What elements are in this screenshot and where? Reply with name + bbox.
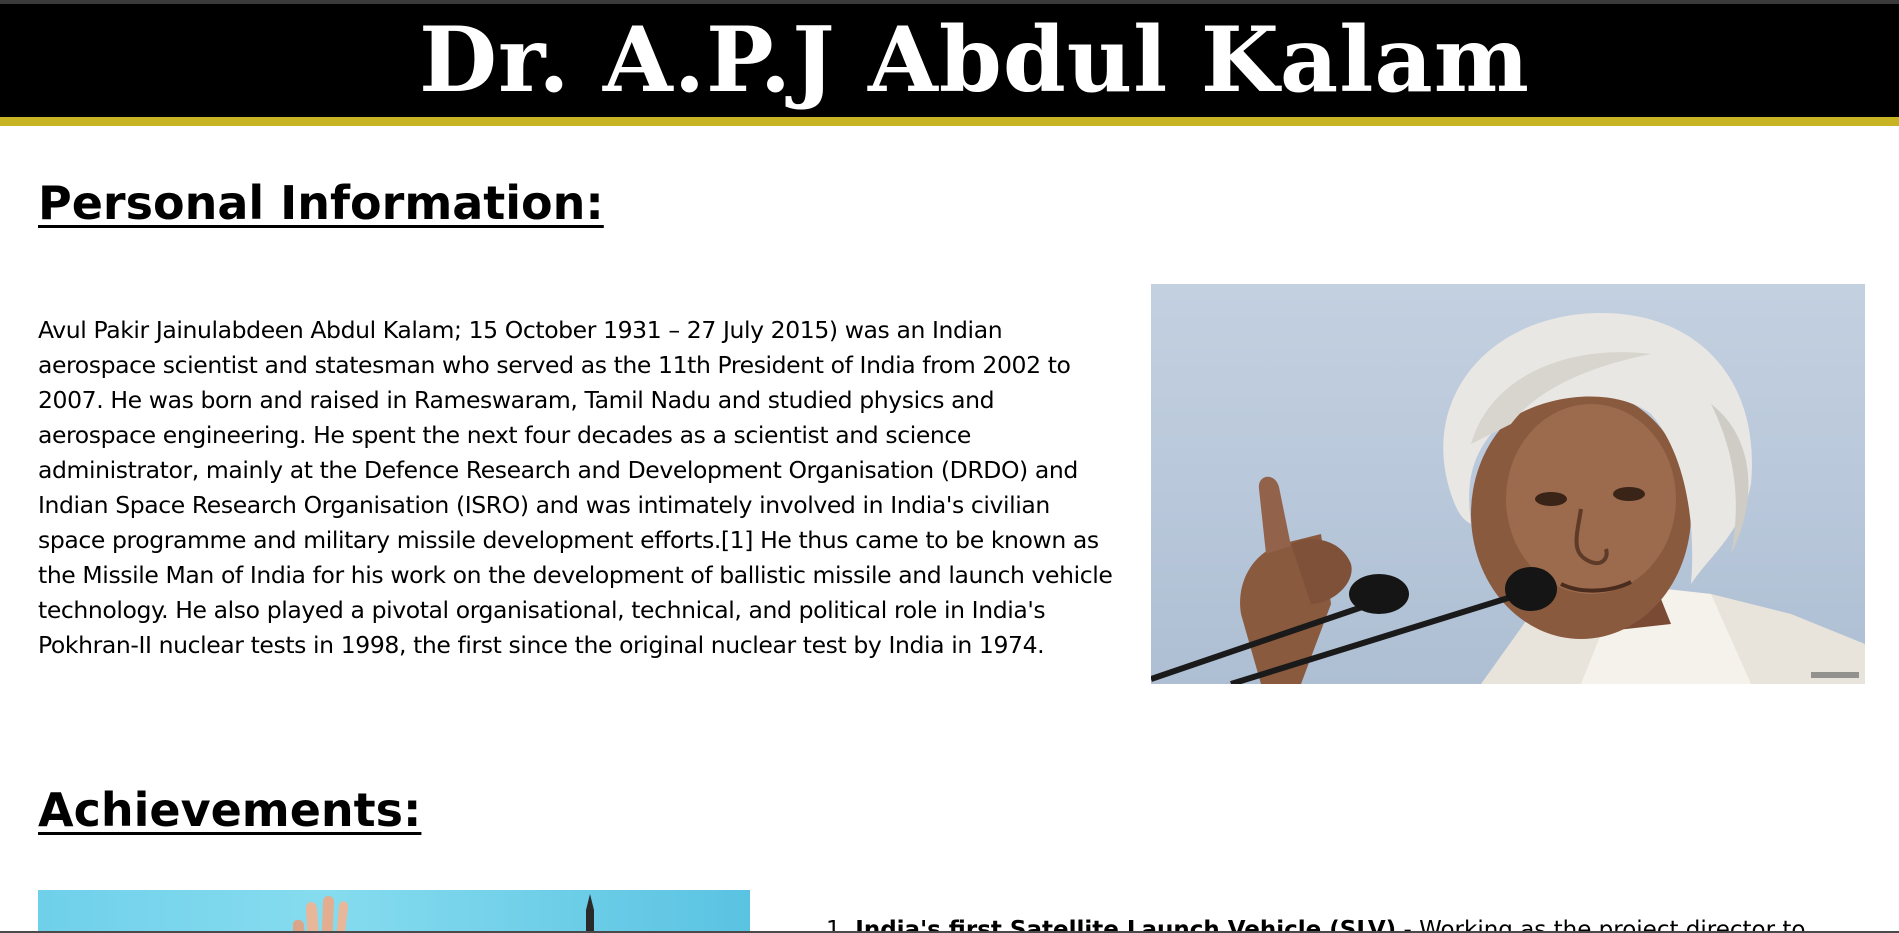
- portrait-photo-icon: [1151, 313, 1865, 684]
- achievements-heading: Achievements:: [38, 783, 422, 837]
- missile-launch-photo-icon: [293, 894, 594, 933]
- portrait-image: [1151, 284, 1865, 684]
- personal-information-heading: Personal Information:: [38, 176, 604, 230]
- page-header: Dr. A.P.J Abdul Kalam: [0, 4, 1899, 126]
- bio-paragraph: Avul Pakir Jainulabdeen Abdul Kalam; 15 …: [38, 316, 1113, 659]
- achievement-image: [38, 890, 750, 933]
- page-title: Dr. A.P.J Abdul Kalam: [419, 7, 1530, 113]
